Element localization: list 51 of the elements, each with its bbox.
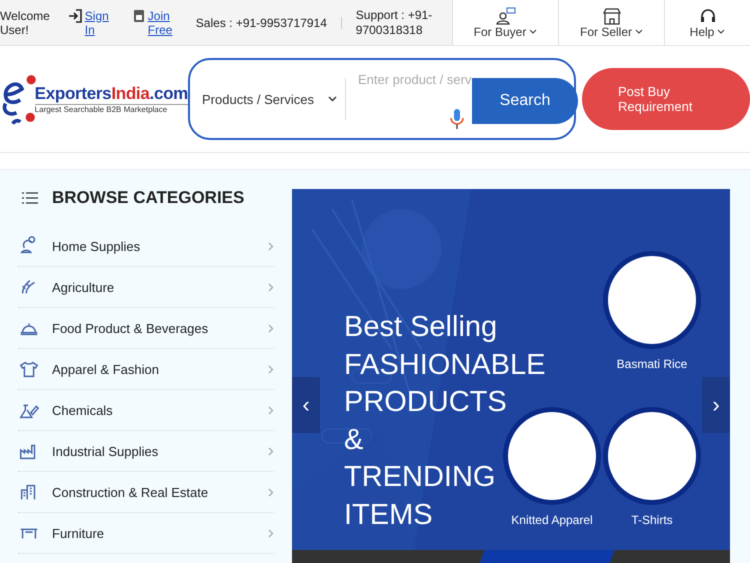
chevron-right-icon (268, 242, 274, 250)
join-free-link[interactable]: Join Free (148, 8, 178, 36)
support-phone: Support : +91-9700318318 (356, 8, 434, 38)
chevron-right-icon (268, 406, 274, 414)
chevron-down-icon (635, 29, 643, 34)
product-label[interactable]: T-Shirts (631, 513, 673, 527)
chevron-right-icon (268, 528, 274, 538)
sidebar-title: BROWSE CATEGORIES (52, 188, 244, 208)
person-chat-icon (496, 6, 516, 24)
headline-line: TRENDING (344, 460, 496, 495)
chevron-down-icon (328, 96, 337, 102)
chevron-right-icon (268, 282, 274, 292)
microphone-icon[interactable] (450, 108, 464, 130)
headline-line: Best Selling (344, 310, 498, 345)
category-item[interactable]: Agriculture (18, 267, 274, 308)
logo-wordmark: ExportersIndia.com (34, 84, 188, 105)
headline-line: ITEMS (344, 498, 433, 532)
chevron-down-icon (529, 29, 538, 34)
chevron-right-icon (268, 324, 274, 332)
chevron-down-icon (717, 29, 726, 34)
sign-in-link[interactable]: Sign In (84, 8, 115, 36)
headline-line: PRODUCTS (344, 385, 507, 420)
store-icon (602, 6, 622, 24)
search-button[interactable]: Search (472, 78, 578, 124)
next-button[interactable]: › (702, 377, 730, 433)
product-label[interactable]: Knitted Apparel (511, 513, 593, 527)
product-label[interactable]: Basmati Rice (616, 357, 688, 371)
category-item[interactable]: Industrial Supplies (18, 431, 274, 472)
category-item[interactable]: Furniture (18, 513, 274, 554)
list-icon (22, 192, 38, 204)
sales-phone: Sales : +91-9953717914 (196, 16, 327, 30)
headset-icon (698, 6, 716, 24)
category-item[interactable]: Chemicals (18, 390, 274, 431)
top-menu[interactable]: For Seller (558, 0, 664, 45)
category-item[interactable]: Apparel & Fashion (18, 349, 274, 390)
welcome-text: Welcome User! (0, 8, 50, 36)
category-item[interactable]: Home Supplies (18, 226, 274, 267)
chevron-right-icon (268, 446, 274, 456)
chevron-right-icon (268, 488, 274, 496)
category-item[interactable]: Construction & Real Estate (18, 472, 274, 513)
previous-button[interactable]: ‹ (292, 377, 320, 433)
logo-tagline: Largest Searchable B2B Marketplace (34, 105, 168, 114)
headline-line: FASHIONABLE (344, 348, 546, 382)
category-dropdown[interactable]: Products / Services (202, 92, 337, 106)
post-requirement-button[interactable]: Post Buy Requirement (582, 68, 750, 130)
top-menu[interactable]: Help (664, 0, 750, 45)
sign-in-icon (68, 8, 82, 22)
category-item[interactable]: Food Product & Beverages (18, 308, 274, 349)
top-menu[interactable]: For Buyer (452, 0, 558, 45)
headline-line: & (344, 422, 364, 458)
chevron-right-icon (268, 364, 274, 374)
